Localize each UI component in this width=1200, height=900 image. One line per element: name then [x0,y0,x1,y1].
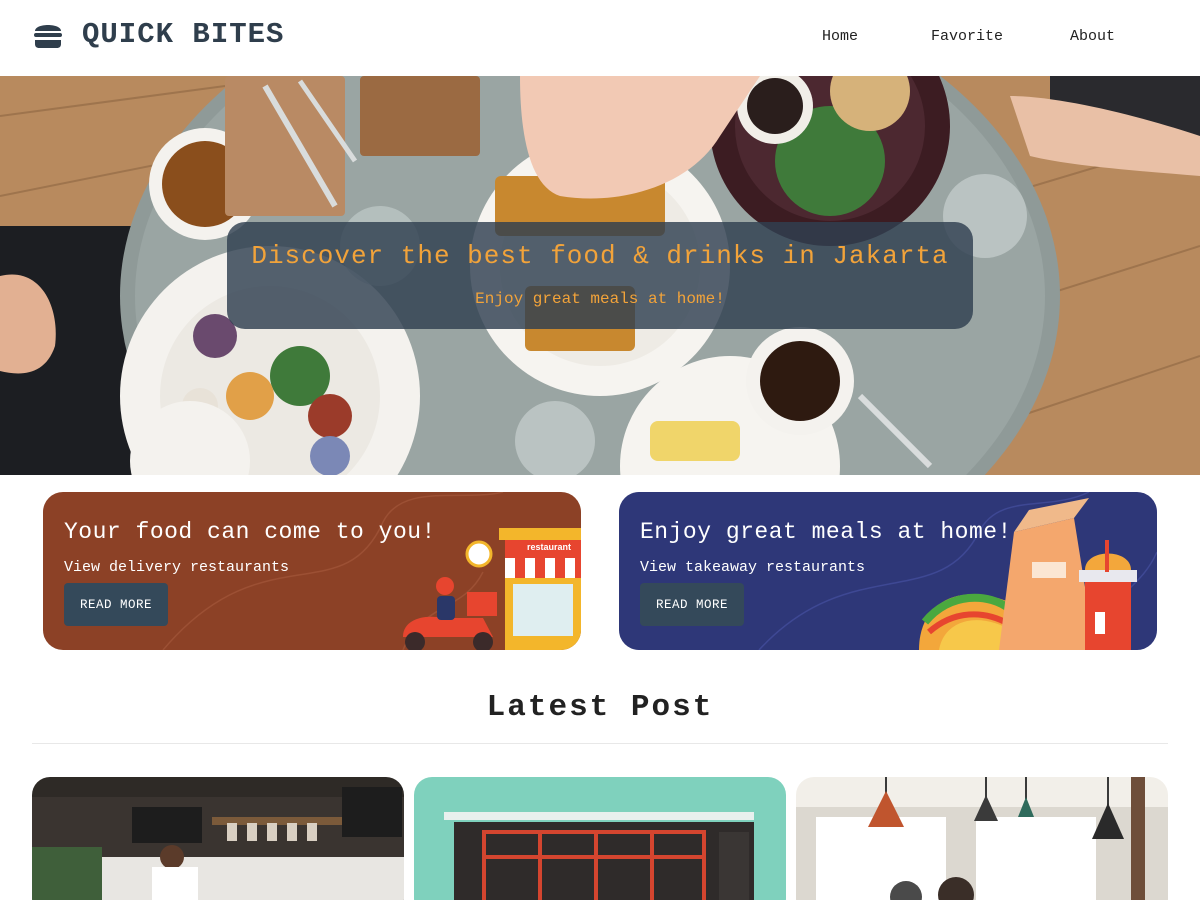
latest-post-heading: Latest Post [486,690,714,725]
post-image-cafe-kitchen [32,777,404,900]
section-divider [32,743,1168,744]
brand[interactable]: QUICK BITES [32,18,284,51]
delivery-promo-card: Your food can come to you! View delivery… [43,492,581,650]
delivery-promo-subtitle: View delivery restaurants [64,559,290,576]
hero-subtitle: Enjoy great meals at home! [475,290,725,308]
post-card[interactable] [32,777,404,900]
nav-home-link[interactable]: Home [822,28,858,45]
top-navbar: QUICK BITES Home Favorite About [0,0,1200,76]
burger-icon [34,24,62,48]
delivery-read-more-button[interactable]: READ MORE [64,583,168,626]
post-card[interactable] [796,777,1168,900]
post-image-restaurant-interior [796,777,1168,900]
hero-caption: Discover the best food & drinks in Jakar… [227,222,973,329]
nav-favorite-link[interactable]: Favorite [931,28,1003,45]
takeaway-read-more-button[interactable]: READ MORE [640,583,744,626]
post-card[interactable] [414,777,786,900]
hero-banner: Discover the best food & drinks in Jakar… [0,76,1200,475]
brand-name: QUICK BITES [82,18,285,51]
takeaway-promo-subtitle: View takeaway restaurants [640,559,866,576]
nav-about-link[interactable]: About [1070,28,1115,45]
restaurant-sign: restaurant [526,542,571,552]
takeaway-promo-card: Enjoy great meals at home! View takeaway… [619,492,1157,650]
main-nav: Home Favorite About [800,28,1115,45]
hero-title: Discover the best food & drinks in Jakar… [251,241,949,271]
takeaway-promo-title: Enjoy great meals at home! [640,519,1012,545]
post-image-shopfront [414,777,786,900]
delivery-promo-title: Your food can come to you! [64,519,436,545]
